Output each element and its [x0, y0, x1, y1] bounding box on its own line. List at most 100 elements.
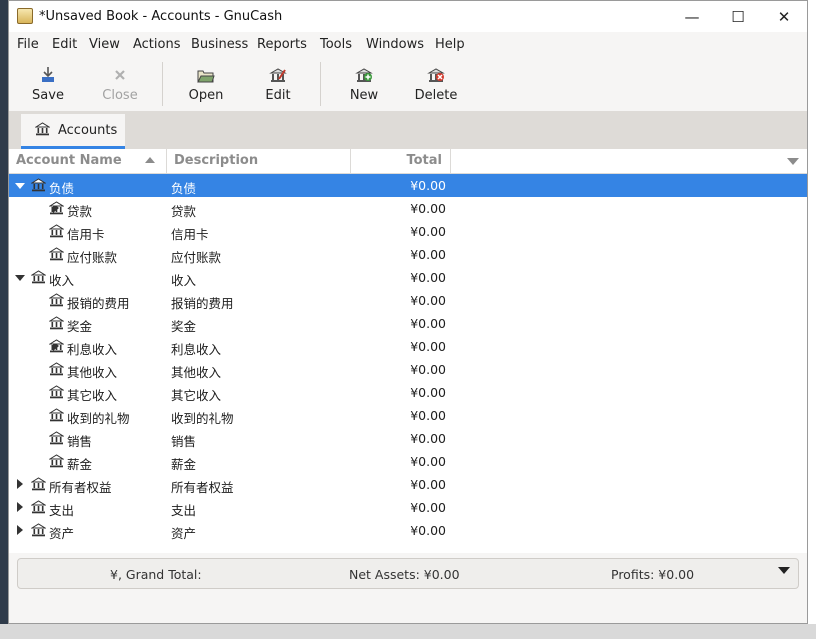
column-header-account-name[interactable]: Account Name	[9, 149, 167, 173]
account-total: ¥0.00	[369, 201, 446, 216]
account-row[interactable]: 报销的费用报销的费用¥0.00	[9, 289, 807, 312]
expander-closed-icon[interactable]	[17, 525, 23, 535]
edit-account-icon	[269, 66, 287, 84]
account-row[interactable]: 资产资产¥0.00	[9, 519, 807, 542]
account-name: 贷款	[67, 201, 92, 220]
account-description: 支出	[171, 500, 196, 519]
column-header-total-label: Total	[406, 153, 442, 168]
expander-open-icon[interactable]	[15, 183, 25, 189]
account-row[interactable]: 奖金奖金¥0.00	[9, 312, 807, 335]
account-row[interactable]: 其它收入其它收入¥0.00	[9, 381, 807, 404]
account-row[interactable]: 信用卡信用卡¥0.00	[9, 220, 807, 243]
edit-button[interactable]: Edit	[259, 57, 297, 111]
account-total: ¥0.00	[369, 247, 446, 262]
account-row[interactable]: 薪金薪金¥0.00	[9, 450, 807, 473]
account-row[interactable]: 收入收入¥0.00	[9, 266, 807, 289]
menu-file[interactable]: File	[17, 37, 39, 52]
bank-icon	[35, 122, 50, 139]
bank-icon	[31, 178, 46, 195]
tab-bar: Accounts	[9, 111, 807, 150]
column-header-description[interactable]: Description	[167, 149, 351, 173]
account-name: 其他收入	[67, 362, 117, 381]
tab-accounts[interactable]: Accounts	[21, 114, 125, 149]
column-header-total[interactable]: Total	[351, 149, 451, 173]
account-name: 薪金	[67, 454, 92, 473]
tree-header: Account Name Description Total	[9, 149, 807, 174]
bank-icon	[49, 431, 64, 448]
account-name: 报销的费用	[67, 293, 130, 312]
accounts-tree[interactable]: Account Name Description Total 负债负债¥0.00…	[9, 149, 807, 553]
column-header-account-name-label: Account Name	[16, 153, 122, 168]
menu-reports[interactable]: Reports	[257, 37, 307, 52]
account-row[interactable]: 贷款贷款¥0.00	[9, 197, 807, 220]
save-button[interactable]: Save	[27, 57, 69, 111]
account-name: 收到的礼物	[67, 408, 130, 427]
account-row[interactable]: 收到的礼物 收到的礼物 ¥0.00	[9, 404, 807, 427]
summary-dropdown-chevron-down-icon[interactable]	[778, 567, 790, 574]
close-window-button[interactable]: ✕	[761, 1, 807, 32]
save-label: Save	[32, 88, 64, 103]
toolbar-separator	[320, 62, 321, 106]
account-row[interactable]: 应付账款 应付账款 ¥0.00	[9, 243, 807, 266]
account-description: 信用卡	[171, 224, 209, 243]
delete-button[interactable]: Delete	[413, 57, 459, 111]
account-name: 销售	[67, 431, 92, 450]
bank-icon	[49, 201, 64, 218]
close-label: Close	[102, 88, 137, 103]
account-name: 负债	[49, 178, 74, 197]
open-button[interactable]: Open	[184, 57, 228, 111]
menu-edit[interactable]: Edit	[52, 37, 77, 52]
new-account-icon	[355, 66, 373, 84]
account-description: 利息收入	[171, 339, 221, 358]
account-name: 所有者权益	[49, 477, 112, 496]
account-description: 收到的礼物	[171, 408, 234, 427]
account-total: ¥0.00	[369, 431, 446, 446]
account-total: ¥0.00	[369, 339, 446, 354]
account-row[interactable]: 其他收入其他收入¥0.00	[9, 358, 807, 381]
delete-label: Delete	[415, 88, 458, 103]
column-chooser-chevron-down-icon[interactable]	[787, 158, 799, 165]
new-button[interactable]: New	[343, 57, 385, 111]
bank-icon	[31, 477, 46, 494]
account-row[interactable]: 利息收入利息收入¥0.00	[9, 335, 807, 358]
account-row[interactable]: 支出支出¥0.00	[9, 496, 807, 519]
column-header-description-label: Description	[174, 153, 258, 168]
background-window-edge	[808, 0, 816, 639]
taskbar-edge	[0, 624, 816, 639]
account-total: ¥0.00	[369, 477, 446, 492]
account-row[interactable]: 所有者权益所有者权益¥0.00	[9, 473, 807, 496]
menu-business[interactable]: Business	[191, 37, 248, 52]
delete-account-icon	[427, 66, 445, 84]
close-icon	[111, 66, 129, 84]
menu-view[interactable]: View	[89, 37, 120, 52]
account-description: 奖金	[171, 316, 196, 335]
account-description: 应付账款	[171, 247, 221, 266]
menu-tools[interactable]: Tools	[320, 37, 352, 52]
bank-icon	[49, 385, 64, 402]
expander-closed-icon[interactable]	[17, 479, 23, 489]
new-label: New	[350, 88, 378, 103]
menu-windows[interactable]: Windows	[366, 37, 424, 52]
toolbar-separator	[162, 62, 163, 106]
minimize-button[interactable]: —	[669, 1, 715, 32]
open-label: Open	[189, 88, 224, 103]
menu-bar: File Edit View Actions Business Reports …	[9, 32, 807, 58]
sort-ascending-icon	[145, 157, 155, 163]
account-total: ¥0.00	[369, 224, 446, 239]
bank-icon	[49, 339, 64, 356]
account-name: 应付账款	[67, 247, 117, 266]
account-row[interactable]: 销售销售¥0.00	[9, 427, 807, 450]
menu-help[interactable]: Help	[435, 37, 465, 52]
expander-closed-icon[interactable]	[17, 502, 23, 512]
account-total: ¥0.00	[369, 454, 446, 469]
title-bar: *Unsaved Book - Accounts - GnuCash — ☐ ✕	[9, 1, 807, 32]
expander-open-icon[interactable]	[15, 275, 25, 281]
account-total: ¥0.00	[369, 408, 446, 423]
gnucash-window: *Unsaved Book - Accounts - GnuCash — ☐ ✕…	[8, 0, 808, 624]
progress-bar	[645, 623, 797, 624]
menu-actions[interactable]: Actions	[133, 37, 181, 52]
maximize-button[interactable]: ☐	[715, 1, 761, 32]
account-row[interactable]: 负债负债¥0.00	[9, 174, 807, 197]
close-button[interactable]: Close	[97, 57, 143, 111]
account-description: 其他收入	[171, 362, 221, 381]
